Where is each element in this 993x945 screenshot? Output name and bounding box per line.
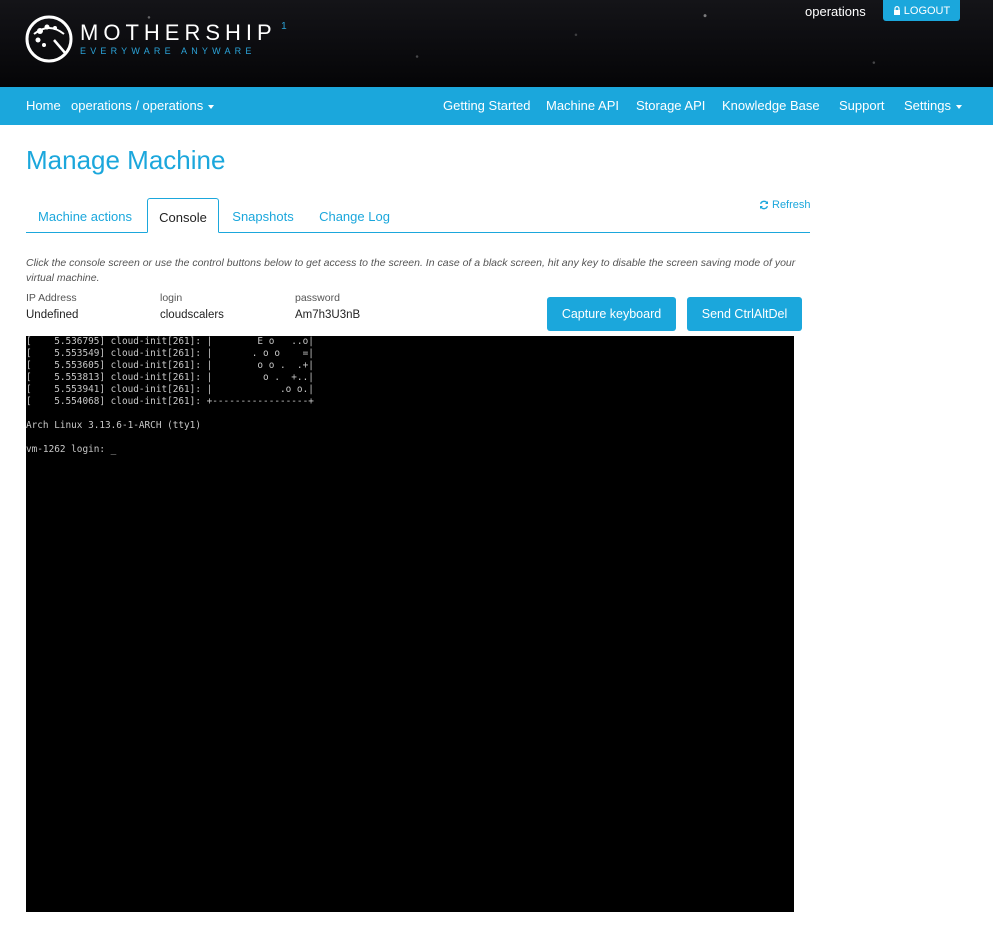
nav-support[interactable]: Support [839, 98, 885, 113]
tab-snapshots[interactable]: Snapshots [223, 198, 303, 233]
send-ctrlaltdel-button[interactable]: Send CtrlAltDel [687, 297, 802, 331]
nav-context-label: operations / operations [71, 98, 204, 113]
nav-machine-api[interactable]: Machine API [546, 98, 619, 113]
caret-down-icon [955, 104, 962, 109]
logo-tagline: EVERYWARE ANYWARE [80, 46, 256, 56]
ip-address-value: Undefined [26, 309, 79, 321]
top-header: MOTHERSHIP 1 EVERYWARE ANYWARE operations… [0, 0, 993, 87]
tab-machine-actions[interactable]: Machine actions [26, 198, 144, 233]
ip-address-label: IP Address [26, 292, 77, 304]
console-line: [ 5.553813] cloud-init[261]: | o . +..| [26, 372, 314, 383]
console-login-prompt: vm-1262 login: _ [26, 444, 117, 455]
console-line: [ 5.553941] cloud-init[261]: | .o o.| [26, 384, 314, 395]
main-nav: Home operations / operations Getting Sta… [0, 87, 993, 125]
lock-icon [893, 6, 900, 15]
console-line: [ 5.536795] cloud-init[261]: | E o ..o| [26, 336, 314, 347]
login-label: login [160, 292, 183, 304]
console-line: [ 5.553605] cloud-init[261]: | o o . .+| [26, 360, 314, 371]
nav-context-dropdown[interactable]: operations / operations [71, 98, 215, 113]
console-line: Arch Linux 3.13.6-1-ARCH (tty1) [26, 420, 201, 431]
nav-home[interactable]: Home [26, 98, 61, 113]
nav-settings-dropdown[interactable]: Settings [904, 98, 962, 113]
console-hint: Click the console screen or use the cont… [26, 257, 796, 284]
password-label: password [295, 292, 340, 304]
nav-knowledge-base[interactable]: Knowledge Base [722, 98, 820, 113]
capture-keyboard-button[interactable]: Capture keyboard [547, 297, 676, 331]
vm-console-screen[interactable]: [ 5.536795] cloud-init[261]: | E o ..o| … [26, 336, 794, 912]
mothership-logo[interactable]: MOTHERSHIP 1 EVERYWARE ANYWARE [24, 14, 287, 64]
console-line: [ 5.554068] cloud-init[261]: +----------… [26, 396, 314, 407]
nav-settings-label: Settings [904, 98, 951, 113]
logo-word: MOTHERSHIP [80, 20, 277, 45]
logo-wordmark: MOTHERSHIP 1 [80, 20, 287, 45]
logo-superscript: 1 [281, 21, 287, 32]
nav-storage-api[interactable]: Storage API [636, 98, 705, 113]
page-title: Manage Machine [26, 145, 226, 175]
logout-button[interactable]: LOGOUT [883, 0, 960, 21]
caret-down-icon [208, 104, 215, 109]
password-value: Am7h3U3nB [295, 309, 361, 321]
current-user[interactable]: operations [805, 4, 866, 19]
console-line: [ 5.553549] cloud-init[261]: | . o o =| [26, 348, 314, 359]
tab-bar: Machine actions Console Snapshots Change… [26, 198, 810, 233]
nav-getting-started[interactable]: Getting Started [443, 98, 530, 113]
refresh-label: Refresh [772, 199, 811, 211]
tab-change-log[interactable]: Change Log [311, 198, 398, 233]
mothership-logo-icon [25, 15, 73, 63]
logo-text: MOTHERSHIP 1 EVERYWARE ANYWARE [80, 20, 287, 56]
refresh-link[interactable]: Refresh [759, 199, 811, 211]
login-value: cloudscalers [160, 309, 224, 321]
refresh-icon [759, 200, 769, 210]
logout-label: LOGOUT [903, 4, 951, 17]
tab-console[interactable]: Console [147, 198, 219, 233]
